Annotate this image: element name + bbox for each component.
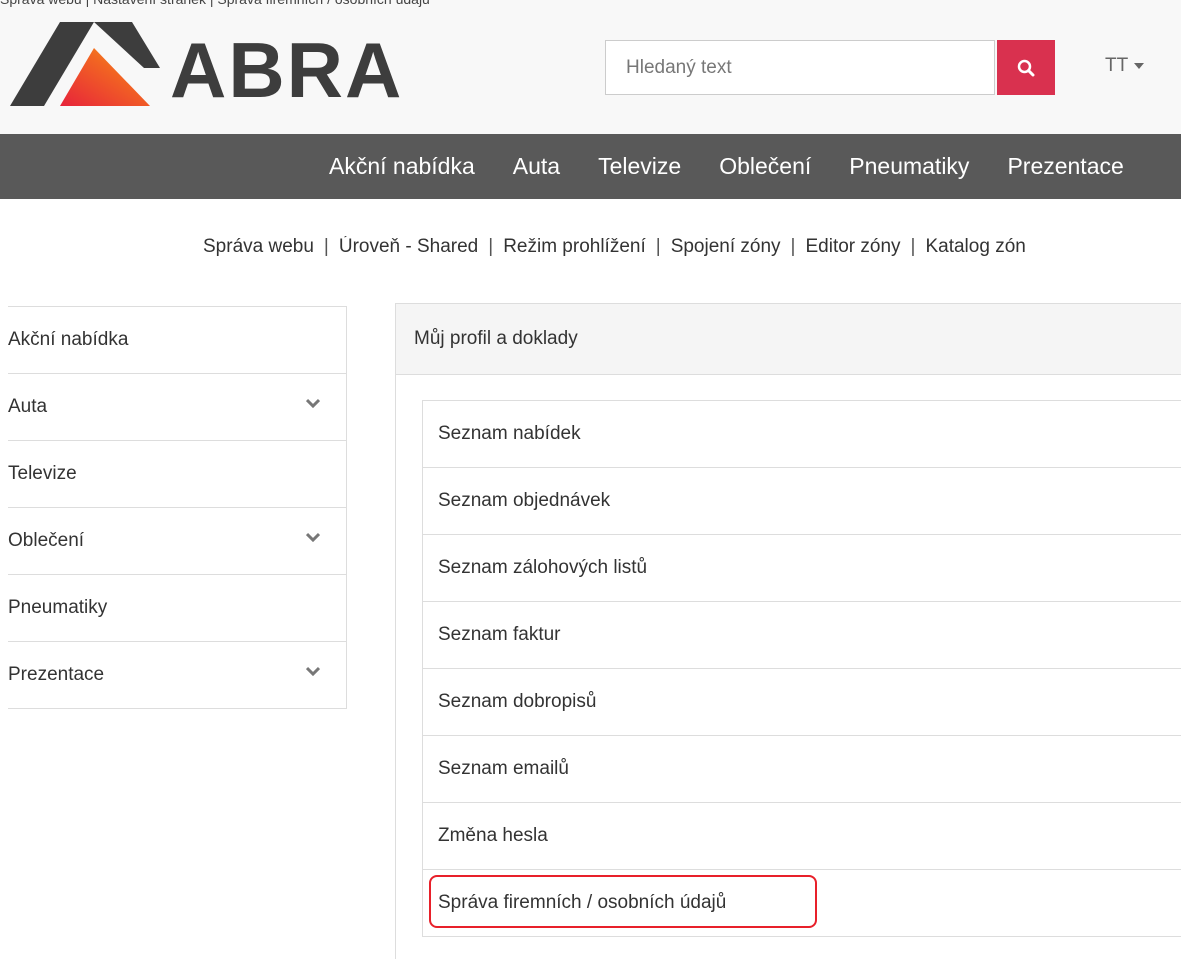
list-item-seznam-nabidek[interactable]: Seznam nabídek — [423, 401, 1181, 468]
nav-items: Akční nabídka Auta Televize Oblečení Pne… — [329, 134, 1143, 199]
search-icon — [1017, 59, 1035, 76]
abra-logo[interactable]: ABRA — [10, 22, 401, 110]
sidebar-item-obleceni[interactable]: Oblečení — [8, 508, 346, 575]
nav-item-televize[interactable]: Televize — [579, 134, 700, 199]
sidebar-item-auta[interactable]: Auta — [8, 374, 346, 441]
admin-link-editor-zony[interactable]: Editor zóny — [805, 236, 900, 257]
chevron-down-icon[interactable] — [306, 666, 320, 676]
user-menu-dropdown[interactable]: TT — [1105, 55, 1145, 77]
sidebar-item-televize[interactable]: Televize — [8, 441, 346, 508]
list-item-zmena-hesla[interactable]: Změna hesla — [423, 803, 1181, 870]
list-item-seznam-faktur[interactable]: Seznam faktur — [423, 602, 1181, 669]
search-input[interactable] — [605, 40, 995, 95]
profile-links-list: Seznam nabídek Seznam objednávek Seznam … — [422, 400, 1181, 937]
nav-item-auta[interactable]: Auta — [494, 134, 579, 199]
separator: | — [488, 236, 494, 257]
admin-link-sprava-webu[interactable]: Správa webu — [203, 236, 314, 257]
category-sidebar: Akční nabídka Auta Televize Oblečení Pne… — [8, 306, 347, 709]
sidebar-item-label: Televize — [8, 463, 77, 484]
sidebar-item-label: Akční nabídka — [8, 329, 129, 350]
sidebar-item-label: Pneumatiky — [8, 597, 108, 618]
separator: | — [655, 236, 661, 257]
admin-link-spojeni-zony[interactable]: Spojení zóny — [671, 236, 781, 257]
chevron-down-icon[interactable] — [306, 398, 320, 408]
logo-mark-icon — [10, 22, 160, 106]
list-item-sprava-udaju[interactable]: Správa firemních / osobních údajů — [423, 870, 1181, 936]
profile-panel: Můj profil a doklady Seznam nabídek Sezn… — [395, 303, 1181, 959]
site-header: ABRA TT — [0, 0, 1181, 134]
top-caption: Správa webu | Nastavení stránek | Správa… — [0, 0, 1181, 9]
list-item-label: Správa firemních / osobních údajů — [438, 892, 727, 913]
list-item-seznam-dobropisu[interactable]: Seznam dobropisů — [423, 669, 1181, 736]
nav-item-akcni-nabidka[interactable]: Akční nabídka — [329, 134, 494, 199]
sidebar-item-akcni-nabidka[interactable]: Akční nabídka — [8, 307, 346, 374]
caret-down-icon — [1134, 62, 1145, 69]
admin-link-rezim-prohlizeni[interactable]: Režim prohlížení — [503, 236, 646, 257]
main-navbar: Akční nabídka Auta Televize Oblečení Pne… — [0, 134, 1181, 199]
separator: | — [790, 236, 796, 257]
sidebar-item-label: Oblečení — [8, 530, 85, 551]
nav-item-obleceni[interactable]: Oblečení — [700, 134, 830, 199]
search-button[interactable] — [997, 40, 1055, 95]
sidebar-item-prezentace[interactable]: Prezentace — [8, 642, 346, 708]
logo-text: ABRA — [170, 26, 404, 114]
nav-item-pneumatiky[interactable]: Pneumatiky — [830, 134, 988, 199]
admin-links-bar: Správa webu | Úroveň - Shared | Režim prohlí… — [203, 236, 1181, 258]
nav-item-prezentace[interactable]: Prezentace — [988, 134, 1142, 199]
panel-title: Můj profil a doklady — [396, 304, 1181, 375]
user-menu-label: TT — [1105, 55, 1129, 76]
sidebar-item-pneumatiky[interactable]: Pneumatiky — [8, 575, 346, 642]
admin-link-uroven[interactable]: Úroveň - Shared — [339, 236, 478, 257]
admin-link-katalog-zon[interactable]: Katalog zón — [925, 236, 1025, 257]
list-item-seznam-objednavek[interactable]: Seznam objednávek — [423, 468, 1181, 535]
chevron-down-icon[interactable] — [306, 532, 320, 542]
sidebar-item-label: Auta — [8, 396, 48, 417]
list-item-seznam-emailu[interactable]: Seznam emailů — [423, 736, 1181, 803]
separator: | — [910, 236, 916, 257]
list-item-seznam-zalohovych-listu[interactable]: Seznam zálohových listů — [423, 535, 1181, 602]
separator: | — [323, 236, 329, 257]
sidebar-item-label: Prezentace — [8, 664, 105, 685]
